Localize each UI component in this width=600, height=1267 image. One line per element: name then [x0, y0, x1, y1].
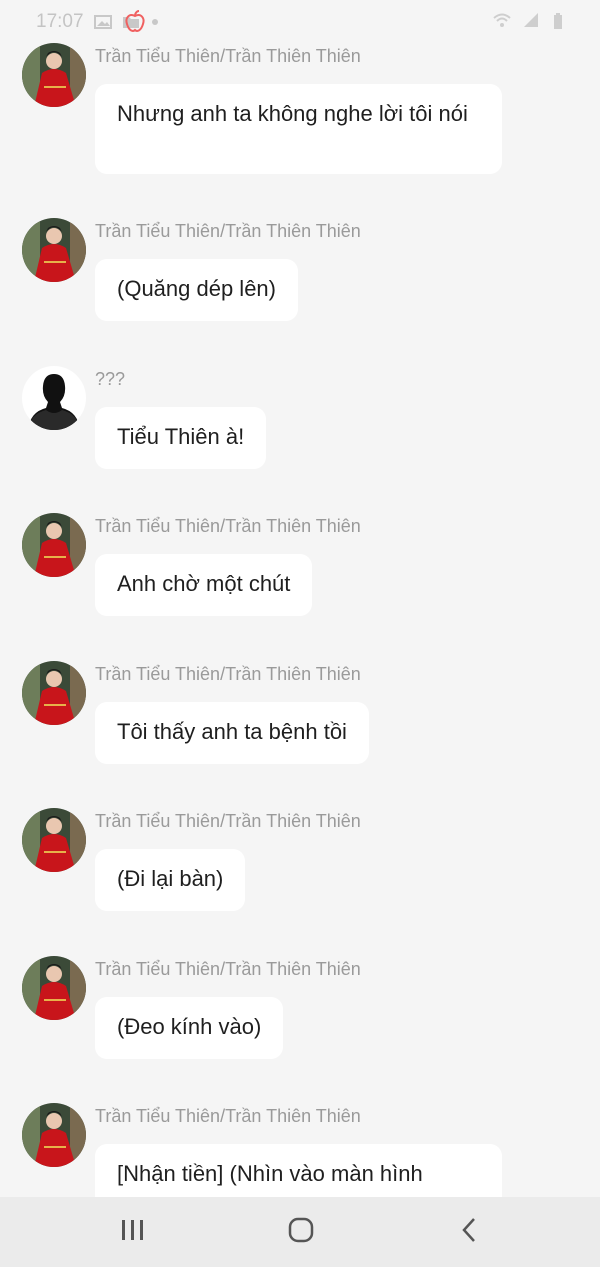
status-time: 17:07 [36, 11, 84, 32]
battery-icon [552, 12, 570, 29]
message-bubble[interactable]: Tôi thấy anh ta bệnh tồi [95, 702, 369, 764]
red-dress-avatar[interactable] [22, 808, 86, 872]
status-bar: 17:07 [0, 0, 600, 44]
sender-name: Trần Tiểu Thiên/Trần Thiên Thiên [95, 1106, 361, 1126]
recents-icon [120, 1218, 146, 1247]
recents-button[interactable] [93, 1197, 173, 1267]
message-bubble[interactable]: (Đi lại bàn) [95, 849, 246, 911]
wifi-icon [492, 12, 511, 28]
dot-notification-icon [150, 14, 168, 30]
sender-name: Trần Tiểu Thiên/Trần Thiên Thiên [95, 516, 361, 536]
message-bubble[interactable]: (Quăng dép lên) [95, 259, 298, 321]
sender-name: ??? [95, 369, 126, 389]
signal-icon [522, 12, 540, 28]
red-dress-avatar[interactable] [22, 1103, 86, 1167]
sender-name: Trần Tiểu Thiên/Trần Thiên Thiên [95, 221, 361, 241]
back-button[interactable] [429, 1197, 509, 1267]
silhouette-avatar[interactable] [22, 366, 86, 430]
message-bubble[interactable]: Anh chờ một chút [95, 554, 313, 616]
back-icon [459, 1216, 479, 1249]
red-dress-avatar[interactable] [22, 661, 86, 725]
navigation-bar [0, 1197, 600, 1267]
red-dress-avatar[interactable] [22, 956, 86, 1020]
red-dress-avatar[interactable] [22, 513, 86, 577]
sender-name: Trần Tiểu Thiên/Trần Thiên Thiên [95, 664, 361, 684]
home-icon [287, 1216, 315, 1249]
message-bubble[interactable]: (Đeo kính vào) [95, 997, 284, 1059]
red-dress-avatar[interactable] [22, 218, 86, 282]
sender-name: Trần Tiểu Thiên/Trần Thiên Thiên [95, 959, 361, 979]
image-notification-icon [93, 14, 112, 30]
sender-name: Trần Tiểu Thiên/Trần Thiên Thiên [95, 811, 361, 831]
red-dress-avatar[interactable] [22, 43, 86, 107]
apple-notification-icon [124, 10, 146, 39]
home-button[interactable] [261, 1197, 341, 1267]
message-bubble[interactable]: Tiểu Thiên à! [95, 407, 267, 469]
message-bubble[interactable]: Nhưng anh ta không nghe lời tôi nói [95, 84, 502, 174]
sender-name: Trần Tiểu Thiên/Trần Thiên Thiên [95, 46, 361, 66]
